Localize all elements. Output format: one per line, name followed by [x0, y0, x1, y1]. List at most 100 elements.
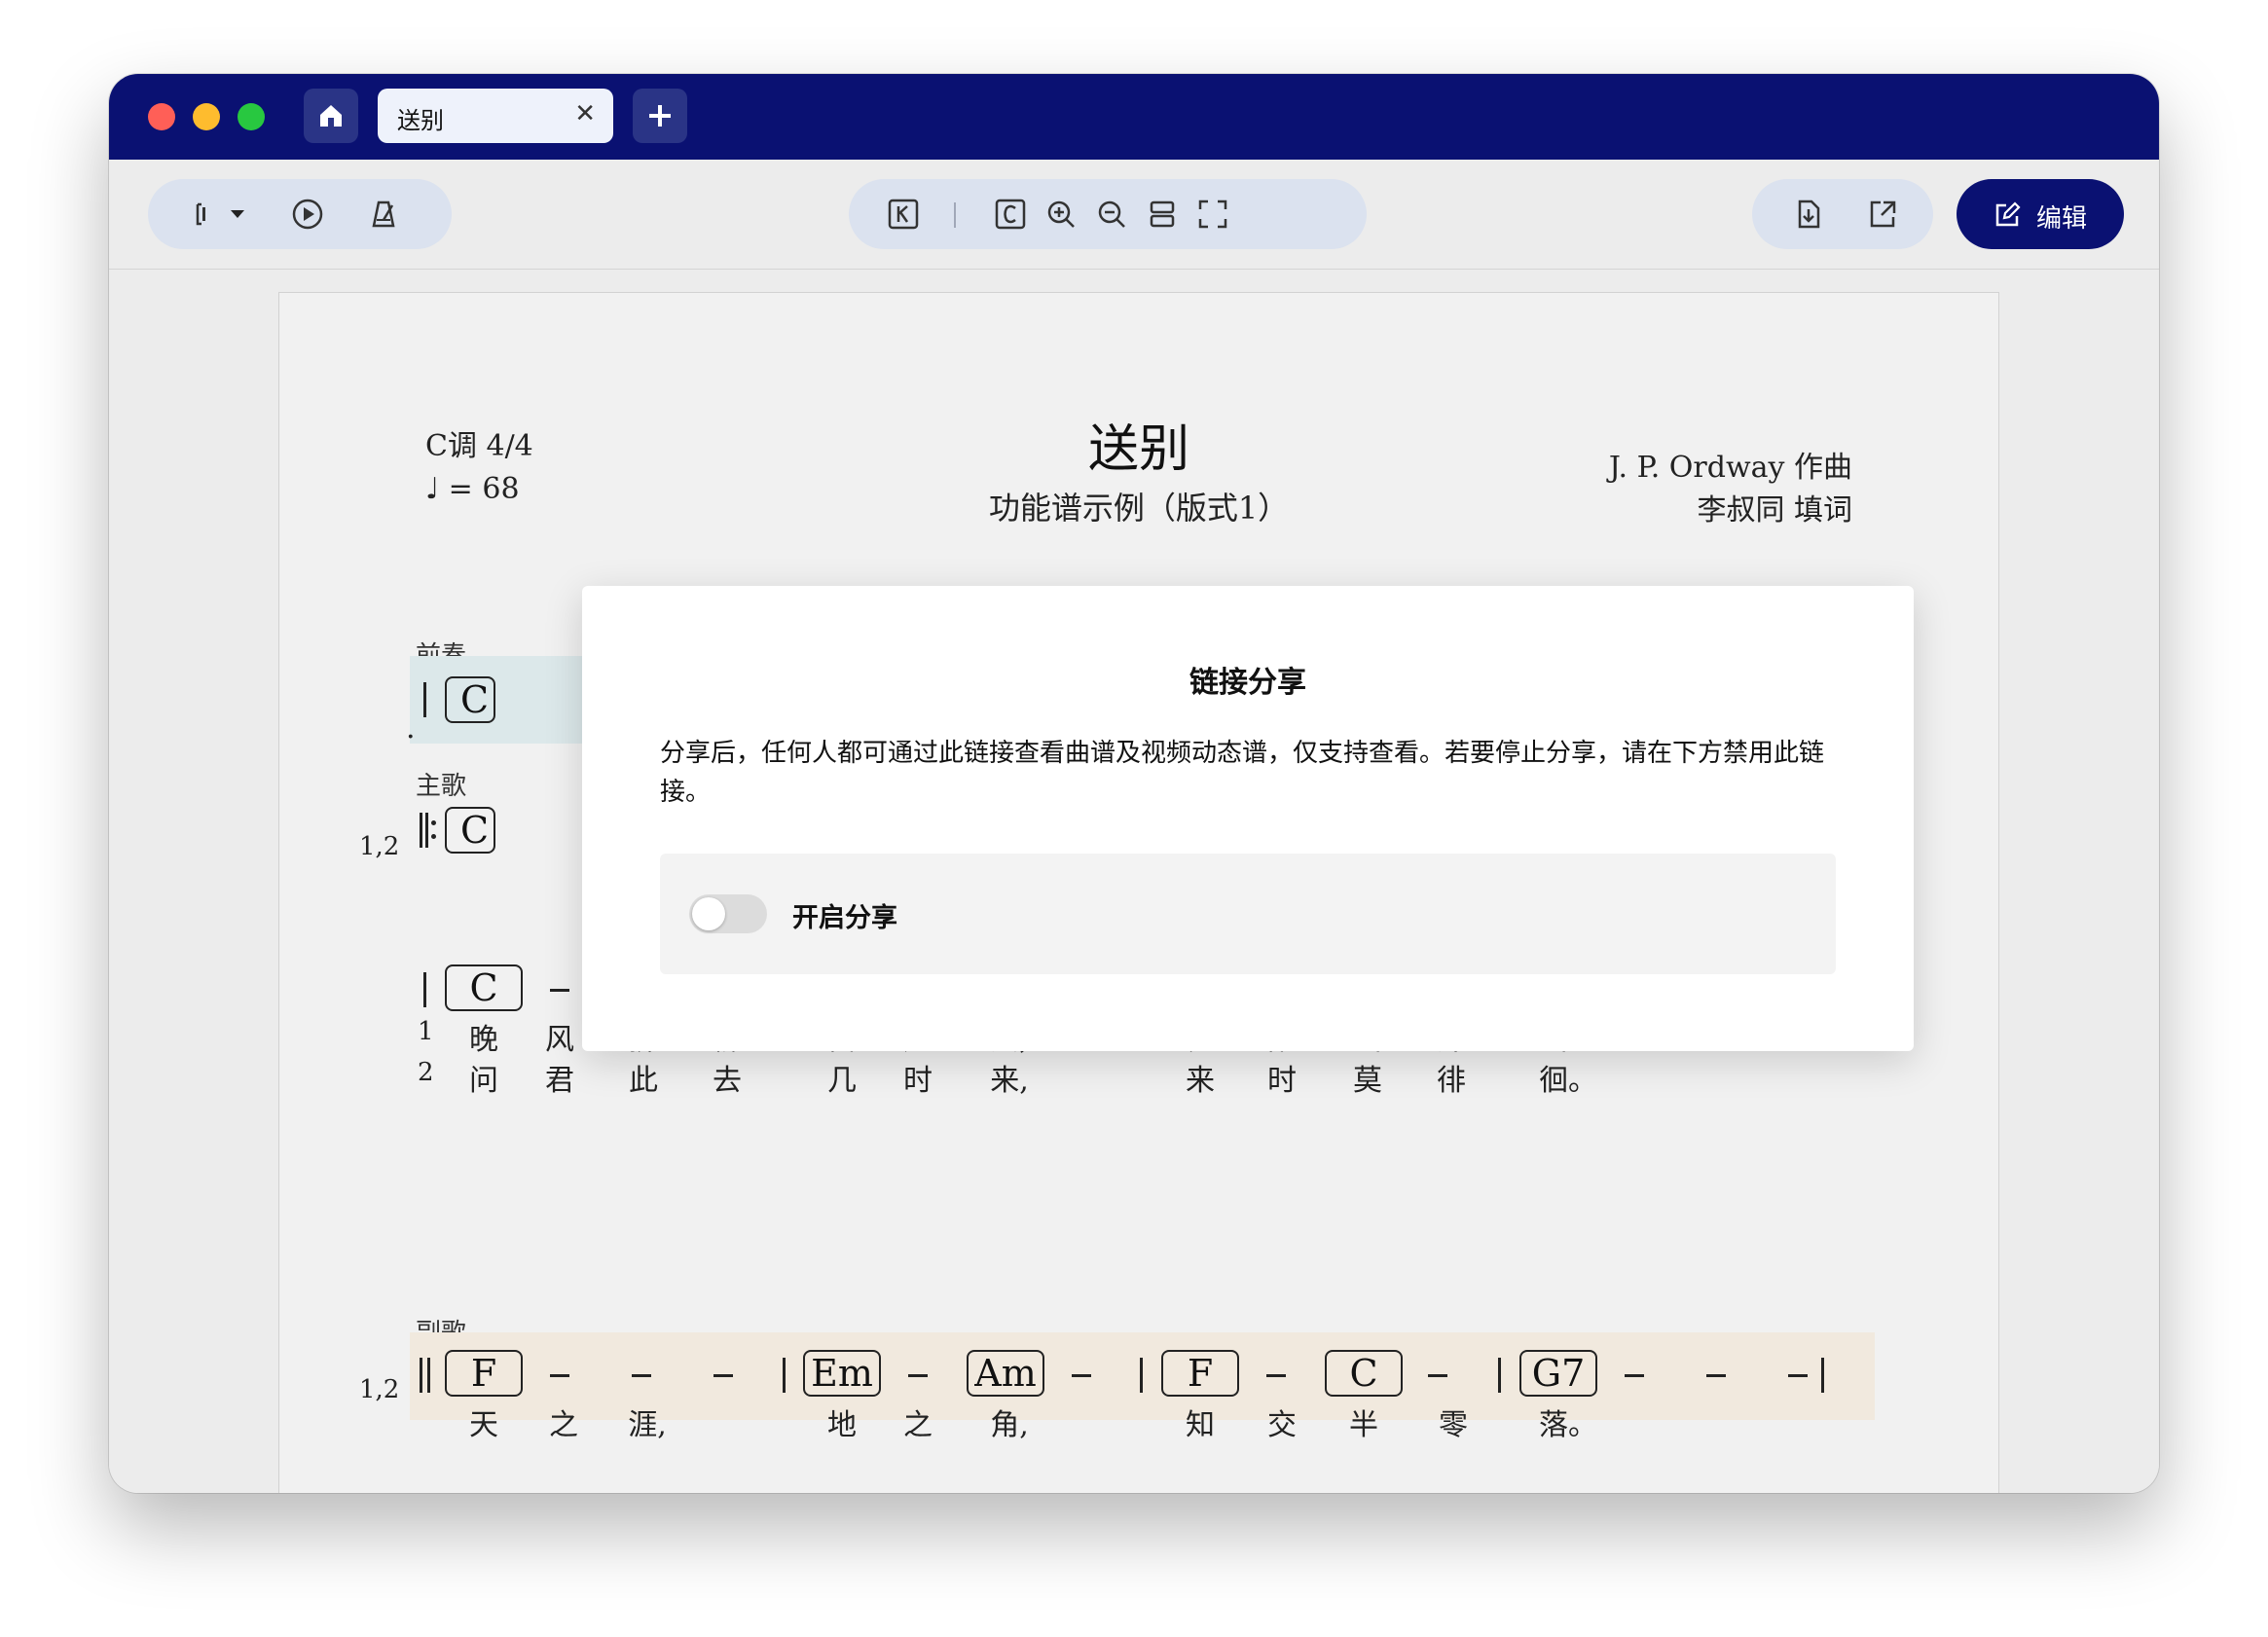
- edit-button-label: 编辑: [2036, 204, 2088, 234]
- lyric-syllable: 知: [1186, 1408, 1215, 1442]
- bracket-icon: [196, 202, 205, 226]
- lyric-syllable: 之: [903, 1408, 933, 1442]
- chord-c-icon: [995, 199, 1026, 230]
- lyric-syllable: 时: [1267, 1064, 1297, 1098]
- key-view-button[interactable]: [882, 193, 925, 236]
- lyric-syllable: 问: [469, 1064, 498, 1098]
- minimize-window-button[interactable]: [193, 103, 220, 130]
- score-tab[interactable]: 送别 ✕: [378, 89, 613, 143]
- toolbar: [109, 160, 2159, 270]
- repeat-barline: [420, 813, 437, 848]
- lyric-syllable: 徊。: [1539, 1064, 1597, 1098]
- share-button[interactable]: [1861, 193, 1904, 236]
- view-group: [849, 179, 1367, 249]
- lyric-syllable: 之: [549, 1408, 578, 1442]
- chord-box: Em: [803, 1350, 881, 1397]
- zoom-in-icon: [1047, 200, 1075, 228]
- new-tab-button[interactable]: [633, 89, 687, 143]
- lyric-syllable: 来,: [990, 1064, 1029, 1098]
- share-toggle[interactable]: [689, 894, 767, 933]
- edit-button[interactable]: 编辑: [1957, 179, 2124, 249]
- verse-number: 2: [418, 1058, 434, 1087]
- dash-note: [1625, 1374, 1644, 1377]
- lyric-syllable: 落。: [1539, 1408, 1597, 1442]
- chord-box: C: [445, 964, 523, 1011]
- chord-box: F: [445, 1350, 523, 1397]
- app-window: 送别 ✕ 编辑 C调 4/4 ♩ = 68 送别 功能谱示例（版式1） J. P…: [109, 74, 2159, 1493]
- double-barline: [420, 1358, 430, 1393]
- dash-note: [908, 1374, 928, 1377]
- share-toggle-panel: 开启分享: [660, 854, 1836, 974]
- metronome-icon: [372, 200, 395, 228]
- chord-box: C: [445, 676, 495, 723]
- dash-note: [1428, 1374, 1447, 1377]
- barline: [783, 1358, 786, 1393]
- lyric-syllable: 角,: [990, 1408, 1029, 1442]
- lyric-syllable: 徘: [1437, 1064, 1466, 1098]
- instrument-dropdown[interactable]: [216, 193, 259, 236]
- lyric-syllable: 风: [545, 1023, 574, 1057]
- composer-credit: J. P. Ordway 作曲: [1608, 451, 1852, 485]
- barline: [423, 682, 426, 717]
- fullscreen-button[interactable]: [1191, 193, 1234, 236]
- metronome-button[interactable]: [362, 193, 405, 236]
- toolbar-divider: [954, 202, 956, 228]
- dash-note: [550, 1374, 569, 1377]
- tab-title: 送别: [397, 107, 444, 134]
- share-icon: [1870, 200, 1896, 228]
- dash-note: [1706, 1374, 1726, 1377]
- lyric-syllable: 涯,: [628, 1408, 667, 1442]
- download-icon: [1798, 200, 1820, 229]
- caret-down-icon: [231, 210, 244, 218]
- dash-note: [1072, 1374, 1091, 1377]
- zoom-in-button[interactable]: [1040, 193, 1082, 236]
- toggle-knob: [692, 897, 725, 930]
- download-button[interactable]: [1787, 193, 1830, 236]
- dialog-description: 分享后，任何人都可通过此链接查看曲谱及视频动态谱，仅支持查看。若要停止分享，请在…: [660, 739, 1825, 807]
- zoom-out-button[interactable]: [1090, 193, 1133, 236]
- partial-note: .: [406, 711, 416, 746]
- lyric-syllable: 时: [903, 1064, 933, 1098]
- section-label-verse: 主歌: [416, 772, 467, 801]
- verse-number: 1,2: [359, 1375, 400, 1404]
- dash-note: [1266, 1374, 1286, 1377]
- edit-icon: [1995, 201, 2021, 227]
- play-button[interactable]: [286, 193, 329, 236]
- lyric-syllable: 来: [1186, 1064, 1215, 1098]
- file-group: [1752, 179, 1933, 249]
- lyric-syllable: 君: [545, 1064, 574, 1098]
- lyric-syllable: 晚: [469, 1023, 498, 1057]
- barline: [423, 972, 426, 1007]
- title-bar: 送别 ✕: [109, 74, 2159, 160]
- chord-box: G7: [1519, 1350, 1597, 1397]
- chord-view-button[interactable]: [989, 193, 1032, 236]
- barline: [1821, 1358, 1824, 1393]
- zoom-out-icon: [1098, 200, 1125, 228]
- zoom-window-button[interactable]: [238, 103, 265, 130]
- chord-box: C: [445, 807, 495, 854]
- lyric-syllable: 天: [469, 1408, 498, 1442]
- lyric-syllable: 半: [1349, 1408, 1378, 1442]
- dash-note: [632, 1374, 651, 1377]
- chord-box: Am: [967, 1350, 1044, 1397]
- dash-note: [550, 989, 569, 992]
- lyric-syllable: 交: [1267, 1408, 1297, 1442]
- dialog-title: 链接分享: [1189, 666, 1306, 700]
- chord-box: F: [1161, 1350, 1239, 1397]
- lyric-syllable: 零: [1439, 1408, 1468, 1442]
- share-link-dialog: 链接分享 分享后，任何人都可通过此链接查看曲谱及视频动态谱，仅支持查看。若要停止…: [582, 586, 1914, 1051]
- chord-box: C: [1325, 1350, 1403, 1397]
- layout-button[interactable]: [1141, 193, 1184, 236]
- plus-icon: [649, 105, 671, 127]
- lyric-syllable: 几: [827, 1064, 857, 1098]
- playback-group: [148, 179, 452, 249]
- tab-close-icon[interactable]: ✕: [574, 99, 596, 128]
- lyric-syllable: 去: [713, 1064, 742, 1098]
- dash-note: [1788, 1374, 1808, 1377]
- dash-note: [713, 1374, 733, 1377]
- home-button[interactable]: [304, 89, 358, 143]
- lyric-syllable: 此: [629, 1064, 658, 1098]
- verse-number: 1: [418, 1017, 434, 1046]
- lyric-syllable: 地: [827, 1408, 857, 1442]
- close-window-button[interactable]: [148, 103, 175, 130]
